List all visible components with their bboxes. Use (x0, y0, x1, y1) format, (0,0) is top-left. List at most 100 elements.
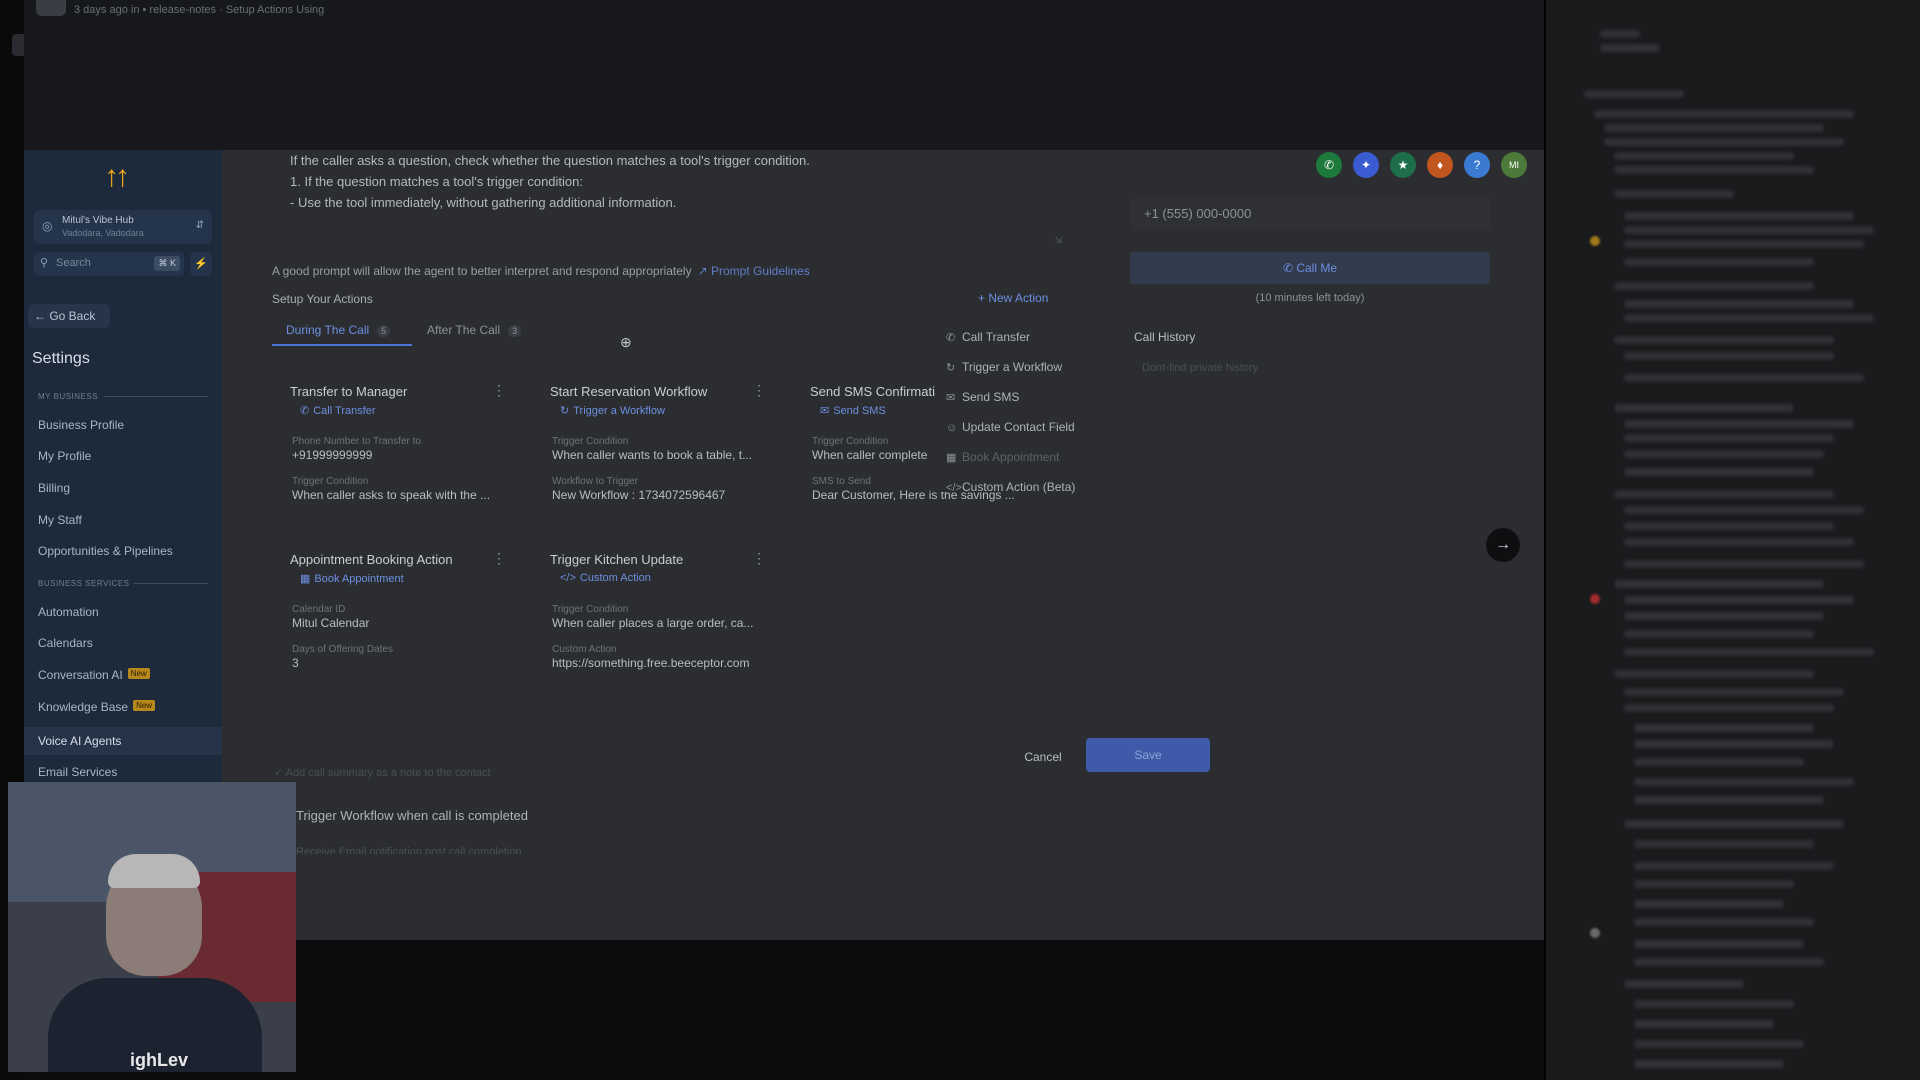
cancel-button[interactable]: Cancel (1010, 742, 1076, 772)
blurred-text-line (1584, 90, 1684, 98)
action-card-transfer[interactable]: Transfer to Manager ⋮ ✆ Call Transfer Pho… (272, 376, 520, 526)
post-meta: 3 days ago in • release-notes · Setup Ac… (74, 4, 325, 16)
prompt-line: If the caller asks a question, check whe… (290, 153, 810, 168)
blurred-text-line (1624, 506, 1864, 514)
menu-item-custom-action[interactable]: </>Custom Action (Beta) (946, 480, 1075, 494)
more-options-icon[interactable]: ⋮ (752, 550, 766, 567)
resize-handle-icon[interactable]: ⇲ (1054, 235, 1062, 246)
sidebar-item-my-staff[interactable]: My Staff (38, 513, 82, 527)
code-icon: </> (946, 482, 962, 494)
phone-input[interactable]: +1 (555) 000-0000 (1130, 198, 1490, 230)
tab-count: 3 (508, 325, 522, 337)
phone-icon[interactable]: ✆ (1316, 152, 1342, 178)
card-title: Start Reservation Workflow (550, 384, 708, 399)
sms-icon: ✉ (820, 405, 830, 417)
summary-note-checkbox[interactable]: ✓ Add call summary as a note to the cont… (274, 766, 491, 779)
blurred-text-line (1614, 404, 1794, 412)
menu-item-trigger-workflow[interactable]: ↻ Trigger a Workflow (946, 360, 1062, 374)
blurred-text-line (1624, 560, 1864, 568)
collapse-tab[interactable] (12, 34, 24, 56)
arrow-right-icon[interactable]: → (1486, 528, 1520, 562)
sidebar-item-email-services[interactable]: Email Services (38, 765, 117, 779)
card-type-label: Trigger a Workflow (573, 405, 665, 417)
sidebar-item-calendars[interactable]: Calendars (38, 636, 93, 650)
blurred-text-line (1624, 434, 1834, 442)
blurred-text-line (1634, 862, 1834, 870)
action-card-reservation[interactable]: Start Reservation Workflow ⋮ ↻ Trigger a … (532, 376, 780, 526)
location-name: Mitul's Vibe Hub (62, 215, 134, 226)
blurred-text-line (1624, 468, 1814, 476)
menu-item-label: Book Appointment (962, 450, 1060, 464)
location-sub: Vadodara, Vadodara (62, 228, 144, 238)
calendar-icon: ▦ (946, 452, 957, 464)
blurred-side-panel (1544, 0, 1920, 1080)
blurred-text-line (1604, 124, 1824, 132)
user-avatar[interactable]: MI (1501, 152, 1527, 178)
menu-item-book-appointment[interactable]: ▦ Book Appointment (946, 450, 1059, 464)
trigger-workflow-toggle[interactable]: Trigger Workflow when call is completed (296, 808, 528, 823)
card-field-label: Trigger Condition (812, 436, 889, 447)
prompt-textarea[interactable]: If the caller asks a question, check whe… (280, 150, 1062, 250)
external-link-icon: ↗ (697, 264, 711, 278)
blurred-text-line (1634, 778, 1854, 786)
blurred-text-line (1614, 190, 1734, 198)
sidebar-item-conversation-ai[interactable]: Conversation AI New (38, 668, 150, 682)
action-card-sms[interactable]: Send SMS Confirmati ✉ Send SMS Trigger Co… (792, 376, 1015, 526)
more-options-icon[interactable]: ⋮ (752, 382, 766, 399)
blurred-text-line (1624, 612, 1824, 620)
call-history-title: Call History (1134, 330, 1196, 344)
save-button[interactable]: Save (1086, 738, 1210, 772)
magic-icon[interactable]: ✦ (1353, 152, 1379, 178)
blurred-text-line (1604, 138, 1844, 146)
location-switcher[interactable]: ◎ Mitul's Vibe Hub Vadodara, Vadodara ⇵ (34, 210, 212, 244)
top-strip: 3 days ago in • release-notes · Setup Ac… (24, 0, 1544, 150)
sidebar-item-knowledge-base[interactable]: Knowledge Base New (38, 700, 156, 714)
card-field-label: Trigger Condition (552, 604, 629, 615)
sidebar-item-my-profile[interactable]: My Profile (38, 449, 91, 463)
bell-icon[interactable]: ♦ (1427, 152, 1453, 178)
menu-item-send-sms[interactable]: ✉ Send SMS (946, 390, 1019, 404)
blurred-text-line (1634, 918, 1814, 926)
quick-action-icon[interactable]: ⚡ (190, 252, 212, 276)
go-back-button[interactable]: ← Go Back (28, 304, 110, 328)
card-field-value: 3 (292, 656, 299, 670)
blurred-text-line (1614, 282, 1814, 290)
blurred-text-line (1600, 30, 1640, 38)
card-title: Send SMS Confirmati (810, 384, 935, 399)
card-field-value: +91999999999 (292, 448, 373, 462)
blurred-text-line (1634, 840, 1814, 848)
call-me-label: Call Me (1296, 261, 1338, 275)
more-options-icon[interactable]: ⋮ (492, 382, 506, 399)
tab-after-the-call[interactable]: After The Call 3 (427, 323, 522, 337)
menu-item-label: Send SMS (962, 390, 1020, 404)
blurred-text-line (1614, 166, 1814, 174)
blurred-text-line (1624, 538, 1854, 546)
blurred-text-line (1624, 596, 1854, 604)
menu-item-call-transfer[interactable]: ✆ Call Transfer (946, 330, 1030, 344)
card-type-label: Send SMS (833, 405, 886, 417)
sidebar-item-billing[interactable]: Billing (38, 481, 70, 495)
call-history-empty: Dont-find private history (1142, 362, 1259, 374)
sidebar-item-opportunities[interactable]: Opportunities & Pipelines (38, 544, 173, 558)
menu-item-update-contact[interactable]: ☺ Update Contact Field (946, 420, 1075, 434)
presenter-hair (108, 854, 200, 888)
search-input[interactable]: ⚲ Search ⌘ K (34, 252, 184, 276)
sidebar-item-voice-ai-agents[interactable]: Voice AI Agents (38, 734, 121, 748)
blurred-text-line (1634, 758, 1804, 766)
action-card-kitchen[interactable]: Trigger Kitchen Update ⋮ </> Custom Actio… (532, 544, 780, 694)
webcam-overlay: ighLev (8, 782, 296, 1072)
card-field-value: When caller asks to speak with the ... (292, 488, 491, 502)
new-action-button[interactable]: + New Action (978, 291, 1048, 305)
prompt-guidelines-link[interactable]: ↗ Prompt Guidelines (698, 264, 810, 278)
email-notification-toggle[interactable]: Receive Email notification post call com… (296, 846, 596, 854)
call-me-button[interactable]: ✆ Call Me (1130, 252, 1490, 284)
sidebar-item-automation[interactable]: Automation (38, 605, 99, 619)
more-options-icon[interactable]: ⋮ (492, 550, 506, 567)
sidebar-item-business-profile[interactable]: Business Profile (38, 418, 124, 432)
help-icon[interactable]: ? (1464, 152, 1490, 178)
phone-transfer-icon: ✆ (946, 332, 956, 344)
user-icon: ☺ (946, 422, 958, 434)
megaphone-icon[interactable]: ★ (1390, 152, 1416, 178)
tab-during-the-call[interactable]: During The Call 5 (286, 323, 391, 337)
action-card-appointment[interactable]: Appointment Booking Action ⋮ ▦ Book Appoi… (272, 544, 520, 694)
